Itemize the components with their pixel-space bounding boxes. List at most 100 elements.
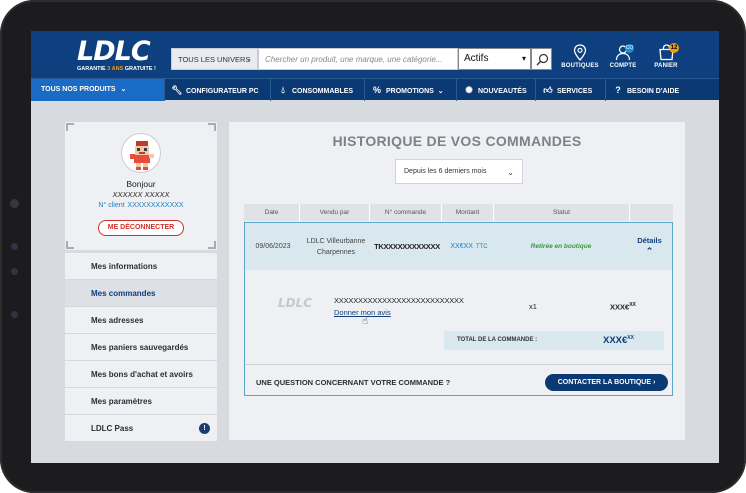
sensor-dot	[11, 268, 18, 275]
user-name: XXXXXX XXXXX	[112, 190, 170, 199]
question-icon: ?	[615, 85, 621, 95]
nav-label: PROMOTIONS	[386, 88, 434, 95]
order-seller: LDLC Villeurbanne Charpennes	[301, 223, 371, 270]
menu-label: Mes paramètres	[91, 397, 152, 406]
location-pin-icon	[573, 44, 587, 61]
nav-label: SERVICES	[557, 88, 593, 95]
wrench-icon: 🔧︎	[171, 85, 183, 95]
column-header: Montant	[442, 204, 494, 221]
search-icon	[536, 53, 549, 66]
product-price: XXX€XX	[610, 302, 636, 312]
total-value: XXX€XX	[603, 335, 634, 346]
logo-tagline: GARANTIE 3 ANS GRATUITE !	[77, 66, 156, 72]
logout-button[interactable]: ME DÉCONNECTER	[98, 220, 184, 236]
menu-label: Mes commandes	[91, 289, 156, 298]
nav-tous-nos-produits[interactable]: TOUS NOS PRODUITS ⌄	[31, 79, 165, 101]
ldlc-logo[interactable]: LDLC GARANTIE 3 ANS GRATUITE !	[77, 36, 156, 74]
order-card: 09/06/2023 LDLC Villeurbanne Charpennes T…	[244, 222, 673, 396]
boutiques-label: BOUTIQUES	[561, 63, 599, 69]
profile-card: Bonjour XXXXXX XXXXX N° client XXXXXXXXXX…	[65, 122, 217, 250]
boutiques-link[interactable]: BOUTIQUES	[560, 44, 600, 69]
client-number-value: XXXXXXXXXXXX	[127, 202, 184, 209]
thumbs-up-icon: 👍︎	[543, 85, 553, 95]
product-thumbnail-logo: LDLC	[278, 296, 313, 310]
column-header: Date	[244, 204, 300, 221]
chevron-down-icon: ⌄	[120, 86, 127, 93]
menu-item-adresses[interactable]: Mes adresses	[65, 307, 217, 334]
univers-select[interactable]: TOUS LES UNIVERS ⌄	[171, 48, 258, 70]
compte-link[interactable]: CO COMPTE	[603, 44, 643, 69]
orders-table-header: Date Vendu par N° commande Montant Statu…	[244, 204, 673, 221]
info-icon: !	[199, 423, 210, 434]
sensor-dot	[11, 311, 18, 318]
compte-label: COMPTE	[609, 63, 637, 69]
corner-bracket	[208, 123, 216, 131]
corner-bracket	[208, 241, 216, 249]
menu-label: Mes bons d'achat et avoirs	[91, 370, 193, 379]
nav-besoin-aide[interactable]: ? BESOIN D'AIDE	[606, 79, 719, 101]
table-row[interactable]: 09/06/2023 LDLC Villeurbanne Charpennes T…	[245, 223, 672, 270]
sensor-dot	[11, 243, 18, 250]
menu-item-bons-achat[interactable]: Mes bons d'achat et avoirs	[65, 361, 217, 388]
menu-item-commandes[interactable]: Mes commandes	[65, 280, 217, 307]
cart-count-badge: 12	[669, 43, 679, 53]
corner-bracket	[66, 241, 74, 249]
menu-item-parametres[interactable]: Mes paramètres	[65, 388, 217, 415]
page-title: HISTORIQUE DE VOS COMMANDES	[332, 133, 582, 149]
chevron-down-icon: ▾	[521, 54, 526, 63]
menu-item-paniers[interactable]: Mes paniers sauvegardés	[65, 334, 217, 361]
search-bar: TOUS LES UNIVERS ⌄ Chercher un produit, …	[171, 48, 552, 70]
chevron-down-icon: ⌄	[246, 56, 252, 63]
column-header: Statut	[494, 204, 630, 221]
chevron-down-icon: ⌄	[507, 168, 514, 177]
order-amount: XX€XX TTC	[443, 223, 495, 270]
total-label: TOTAL DE LA COMMANDE :	[457, 337, 538, 343]
price-cents: XX	[629, 302, 636, 308]
screen: LDLC GARANTIE 3 ANS GRATUITE ! TOUS LES …	[31, 31, 719, 463]
client-label: N° client	[98, 202, 125, 209]
nav-services[interactable]: 👍︎ SERVICES	[536, 79, 606, 101]
nav-label: CONSOMMABLES	[292, 88, 354, 95]
percent-icon: %	[372, 85, 381, 95]
logo-text: LDLC	[77, 36, 151, 67]
univers-label: TOUS LES UNIVERS	[178, 55, 251, 64]
client-number: N° client XXXXXXXXXXXX	[65, 202, 217, 209]
column-header: N° commande	[370, 204, 442, 221]
menu-label: Mes informations	[91, 262, 158, 271]
order-date: 09/06/2023	[255, 243, 291, 250]
menu-label: LDLC Pass	[91, 424, 134, 433]
menu-item-ldlc-pass[interactable]: LDLC Pass!	[65, 415, 217, 442]
search-button[interactable]	[531, 48, 552, 70]
corner-bracket	[66, 123, 74, 131]
nav-promotions[interactable]: % PROMOTIONS ⌄	[365, 79, 457, 101]
sparkle-icon: ✺	[465, 85, 473, 95]
pixel-avatar-icon	[130, 141, 154, 170]
search-input[interactable]: Chercher un produit, une marque, une cat…	[258, 48, 458, 70]
details-toggle[interactable]: Détails ⌃	[627, 223, 672, 270]
product-name[interactable]: XXXXXXXXXXXXXXXXXXXXXXXXXXX	[334, 296, 464, 305]
menu-item-informations[interactable]: Mes informations	[65, 253, 217, 280]
amount-value: XX€XX	[450, 243, 473, 250]
menu-label: Mes paniers sauvegardés	[91, 343, 189, 352]
seller-line: Charpennes	[316, 248, 356, 256]
nav-configurateur-pc[interactable]: 🔧︎ CONFIGURATEUR PC	[165, 79, 271, 101]
order-total: TOTAL DE LA COMMANDE : XXX€XX	[444, 331, 664, 350]
main-nav: TOUS NOS PRODUITS ⌄ 🔧︎ CONFIGURATEUR PC 💧…	[31, 78, 719, 101]
site-header: LDLC GARANTIE 3 ANS GRATUITE ! TOUS LES …	[31, 31, 719, 78]
panier-label: PANIER	[654, 63, 678, 69]
period-select[interactable]: Depuis les 6 derniers mois ⌄	[395, 159, 523, 184]
filter-select[interactable]: Actifs ▾	[458, 48, 531, 70]
account-menu: Mes informations Mes commandes Mes adres…	[65, 253, 217, 442]
nav-label: NOUVEAUTÉS	[478, 88, 527, 95]
column-header	[630, 204, 673, 221]
nav-consommables[interactable]: 💧︎ CONSOMMABLES	[271, 79, 365, 101]
nav-nouveautes[interactable]: ✺ NOUVEAUTÉS	[457, 79, 536, 101]
nav-label: CONFIGURATEUR PC	[186, 88, 259, 95]
contact-store-button[interactable]: CONTACTER LA BOUTIQUE ›	[545, 374, 668, 391]
nav-label: BESOIN D'AIDE	[627, 88, 680, 95]
product-quantity: x1	[529, 302, 537, 311]
tablet-frame: LDLC GARANTIE 3 ANS GRATUITE ! TOUS LES …	[0, 0, 746, 493]
chevron-up-icon: ⌃	[645, 246, 654, 256]
total-cents: XX	[627, 335, 634, 341]
panier-link[interactable]: 12 PANIER	[646, 43, 686, 69]
